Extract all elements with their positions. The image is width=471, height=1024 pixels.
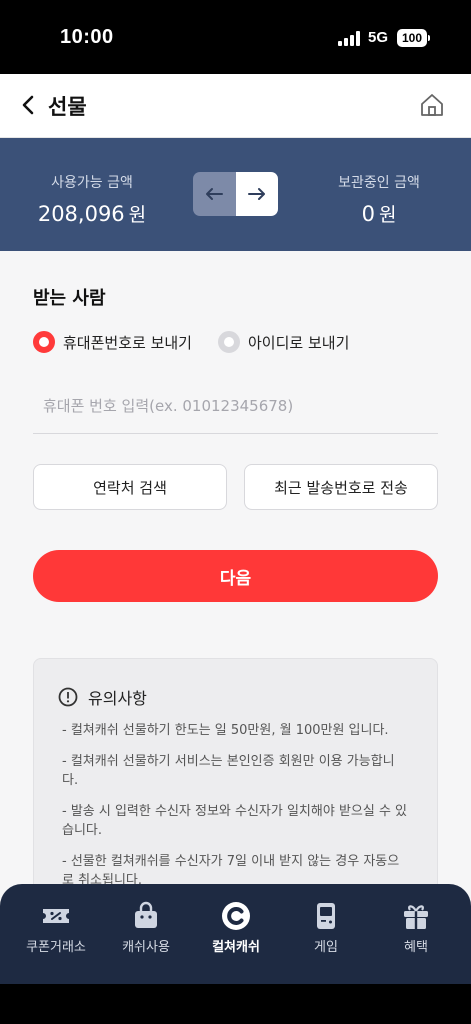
radio-phone-label: 휴대폰번호로 보내기 [63,333,192,352]
stored-amount-value: 0 [361,202,375,226]
tab-label: 게임 [314,940,338,955]
battery-tip [428,35,430,41]
page-header: 선물 [0,74,471,138]
status-bar: 10:00 5G 100 [0,0,471,74]
stored-amount-unit: 원 [378,204,397,226]
radio-phone-option[interactable]: 휴대폰번호로 보내기 [33,329,192,355]
contacts-search-button[interactable]: 연락처 검색 [33,464,227,510]
notice-item: - 발송 시 입력한 수신자 정보와 수신자가 일치해야 받으실 수 있습니다. [62,804,408,838]
stored-label: 보관중인 금액 [338,175,420,191]
tab-label: 혜택 [404,940,428,955]
recipient-section-title: 받는 사람 [33,288,106,309]
status-time: 10:00 [60,26,114,48]
tab-label: 컬쳐캐쉬 [212,940,260,955]
next-button[interactable]: 다음 [33,550,438,602]
gift-icon [400,900,432,932]
available-amount-value: 208,096 [37,202,125,226]
available-amount-unit: 원 [128,204,147,226]
back-arrow-icon[interactable] [16,92,42,118]
info-icon [58,687,78,707]
tab-culture-cash[interactable]: 컬쳐캐쉬 [189,884,283,984]
radio-id-option[interactable]: 아이디로 보내기 [218,329,349,355]
notice-item: - 컬쳐캐쉬 선물하기 서비스는 본인인증 회원만 이용 가능합니다. [62,754,395,788]
tab-coupon-exchange[interactable]: 쿠폰거래소 [9,884,103,984]
notice-item: - 컬쳐캐쉬 선물하기 한도는 일 50만원, 월 100만원 입니다. [62,723,389,738]
gameboy-icon [310,900,342,932]
tab-cash-use[interactable]: 캐쉬사용 [99,884,193,984]
home-icon[interactable] [418,91,446,119]
battery-icon: 100 [397,29,427,47]
shopping-bag-icon [130,900,162,932]
tab-label: 캐쉬사용 [122,940,170,955]
radio-id-label: 아이디로 보내기 [248,333,350,352]
radio-unselected-icon [218,331,240,353]
page-title: 선물 [48,95,87,119]
tab-label: 쿠폰거래소 [26,940,86,955]
available-label: 사용가능 금액 [51,175,133,191]
notice-title: 유의사항 [88,689,147,708]
tab-benefits[interactable]: 혜택 [369,884,463,984]
move-left-button[interactable] [193,172,236,216]
available-amount: 208,096 원 [12,200,172,227]
network-label: 5G [368,29,389,46]
phone-number-input[interactable] [33,378,438,434]
balance-transfer-toggle [193,172,278,216]
notice-list: - 컬쳐캐쉬 선물하기 한도는 일 50만원, 월 100만원 입니다. - 컬… [62,721,407,902]
move-right-button[interactable] [236,172,278,216]
stored-amount: 0원 [299,200,459,227]
tab-game[interactable]: 게임 [279,884,373,984]
bottom-tab-bar: 쿠폰거래소 캐쉬사용 컬쳐캐쉬 게임 혜택 [0,884,471,984]
system-home-bar [0,984,471,1024]
culture-cash-logo-icon [220,900,252,932]
signal-icon [338,31,362,46]
notice-header: 유의사항 [58,685,147,709]
coupon-icon [40,900,72,932]
radio-selected-icon [33,331,55,353]
recent-number-button[interactable]: 최근 발송번호로 전송 [244,464,438,510]
